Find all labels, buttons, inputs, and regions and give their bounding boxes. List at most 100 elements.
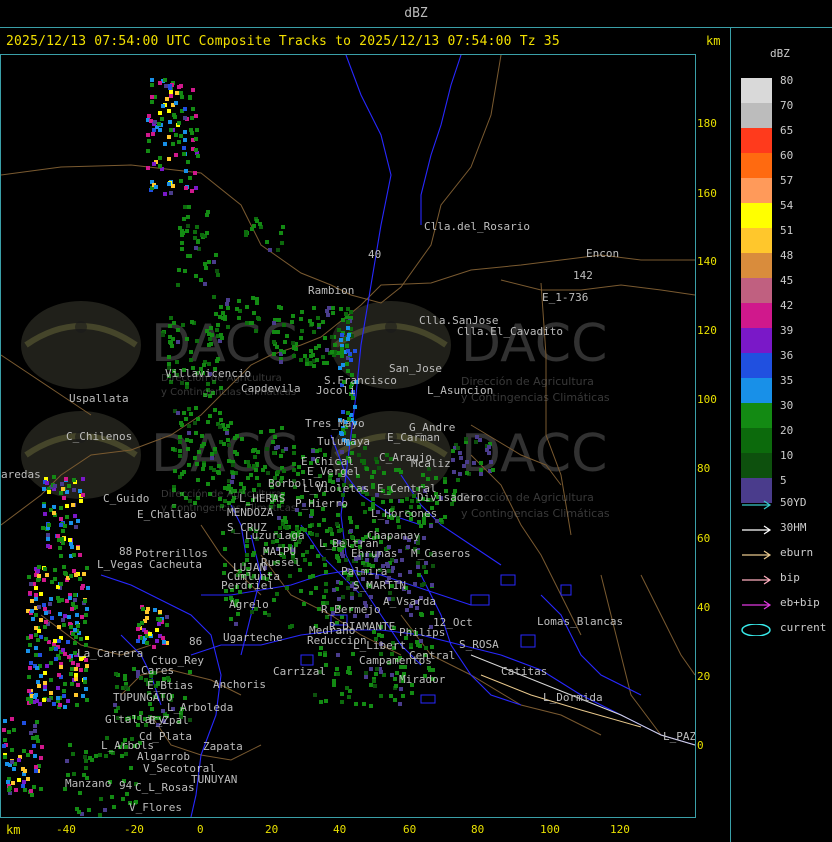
radar-echo [324,699,328,703]
x-axis: -40 -20 0 20 40 60 80 100 120 [0,818,694,840]
radar-echo [204,266,208,270]
radar-echo [348,516,352,520]
place-label: Cacheuta [149,558,202,571]
radar-echo [257,317,261,321]
radar-echo [61,541,65,545]
legend-swatch [741,228,772,253]
y-tick-label: 0 [697,739,704,752]
radar-echo [398,549,402,553]
radar-echo [372,679,376,683]
place-label: 40 [368,248,381,261]
radar-echo [339,581,343,585]
radar-echo [148,632,152,636]
radar-echo [178,226,182,230]
radar-echo [381,500,385,504]
radar-echo [141,607,145,611]
radar-echo [211,476,215,480]
radar-echo [177,121,181,125]
radar-echo [49,678,53,682]
radar-echo [187,407,191,411]
legend-value: 5 [780,474,787,487]
radar-echo [341,363,345,367]
radar-echo [226,325,230,329]
radar-echo [182,411,186,415]
radar-echo [30,599,34,603]
radar-echo [186,224,190,228]
window-title: dBZ [0,0,832,28]
radar-echo [186,215,190,219]
radar-echo [45,481,49,485]
radar-echo [451,458,455,462]
place-label: TUPUNGATO [113,691,173,704]
radar-echo [175,360,179,364]
radar-echo [62,694,66,698]
radar-echo [59,523,63,527]
radar-echo [285,586,289,590]
radar-echo [63,614,67,618]
radar-echo [275,592,279,596]
radar-echo [64,477,68,481]
radar-echo [187,424,191,428]
radar-echo [389,694,393,698]
radar-echo [318,652,322,656]
radar-echo [491,468,495,472]
radar-echo [26,697,30,701]
place-label: C_Chilenos [66,430,132,443]
panel-divider [730,28,731,842]
radar-echo [164,84,168,88]
y-tick-label: 120 [697,324,717,337]
radar-echo [276,330,280,334]
radar-echo [212,295,216,299]
radar-echo [70,667,74,671]
radar-echo [176,328,180,332]
place-label: L_Vegas [97,558,143,571]
radar-echo [35,720,39,724]
radar-echo [190,189,194,193]
radar-echo [479,461,483,465]
radar-map[interactable]: DACC DACC DACC DACC Clla.del_Rosario Encon 142… [0,54,696,818]
radar-echo [84,687,88,691]
radar-echo [57,599,61,603]
radar-echo [353,405,357,409]
radar-echo [172,113,176,117]
radar-echo [313,693,317,697]
radar-echo [69,521,73,525]
place-label: E_1-736 [542,291,588,304]
radar-echo [69,625,73,629]
radar-echo [329,528,333,532]
radar-echo [301,553,305,557]
watermark-line2: y Contingencias Climáticas [161,387,297,398]
radar-echo [179,421,183,425]
place-label: 142 [573,269,593,282]
radar-echo [79,499,83,503]
radar-echo [50,616,54,620]
radar-echo [188,670,192,674]
legend-swatch [741,253,772,278]
radar-echo [63,652,67,656]
radar-echo [59,554,63,558]
legend-title: dBZ [770,47,790,60]
radar-echo [33,754,37,758]
arrow-icon [742,525,772,535]
radar-echo [70,607,74,611]
radar-echo [167,362,171,366]
radar-echo [71,661,75,665]
radar-echo [174,101,178,105]
legend-swatch [741,303,772,328]
radar-echo [189,412,193,416]
radar-echo [12,728,16,732]
radar-echo [207,260,211,264]
radar-echo [183,130,187,134]
place-label: Ugarteche [223,631,283,644]
radar-echo [456,446,460,450]
radar-echo [54,657,58,661]
radar-map-canvas[interactable]: DACCDACCDACCDACCClla.del_RosarioEncon142… [1,55,695,817]
radar-echo [195,462,199,466]
radar-echo [277,516,281,520]
radar-echo [182,217,186,221]
track-legend-label: 50YD [780,496,807,509]
radar-echo [68,596,72,600]
radar-echo [26,753,30,757]
radar-echo [68,743,72,747]
watermark-line2: y Contingencias Climáticas [461,391,610,404]
